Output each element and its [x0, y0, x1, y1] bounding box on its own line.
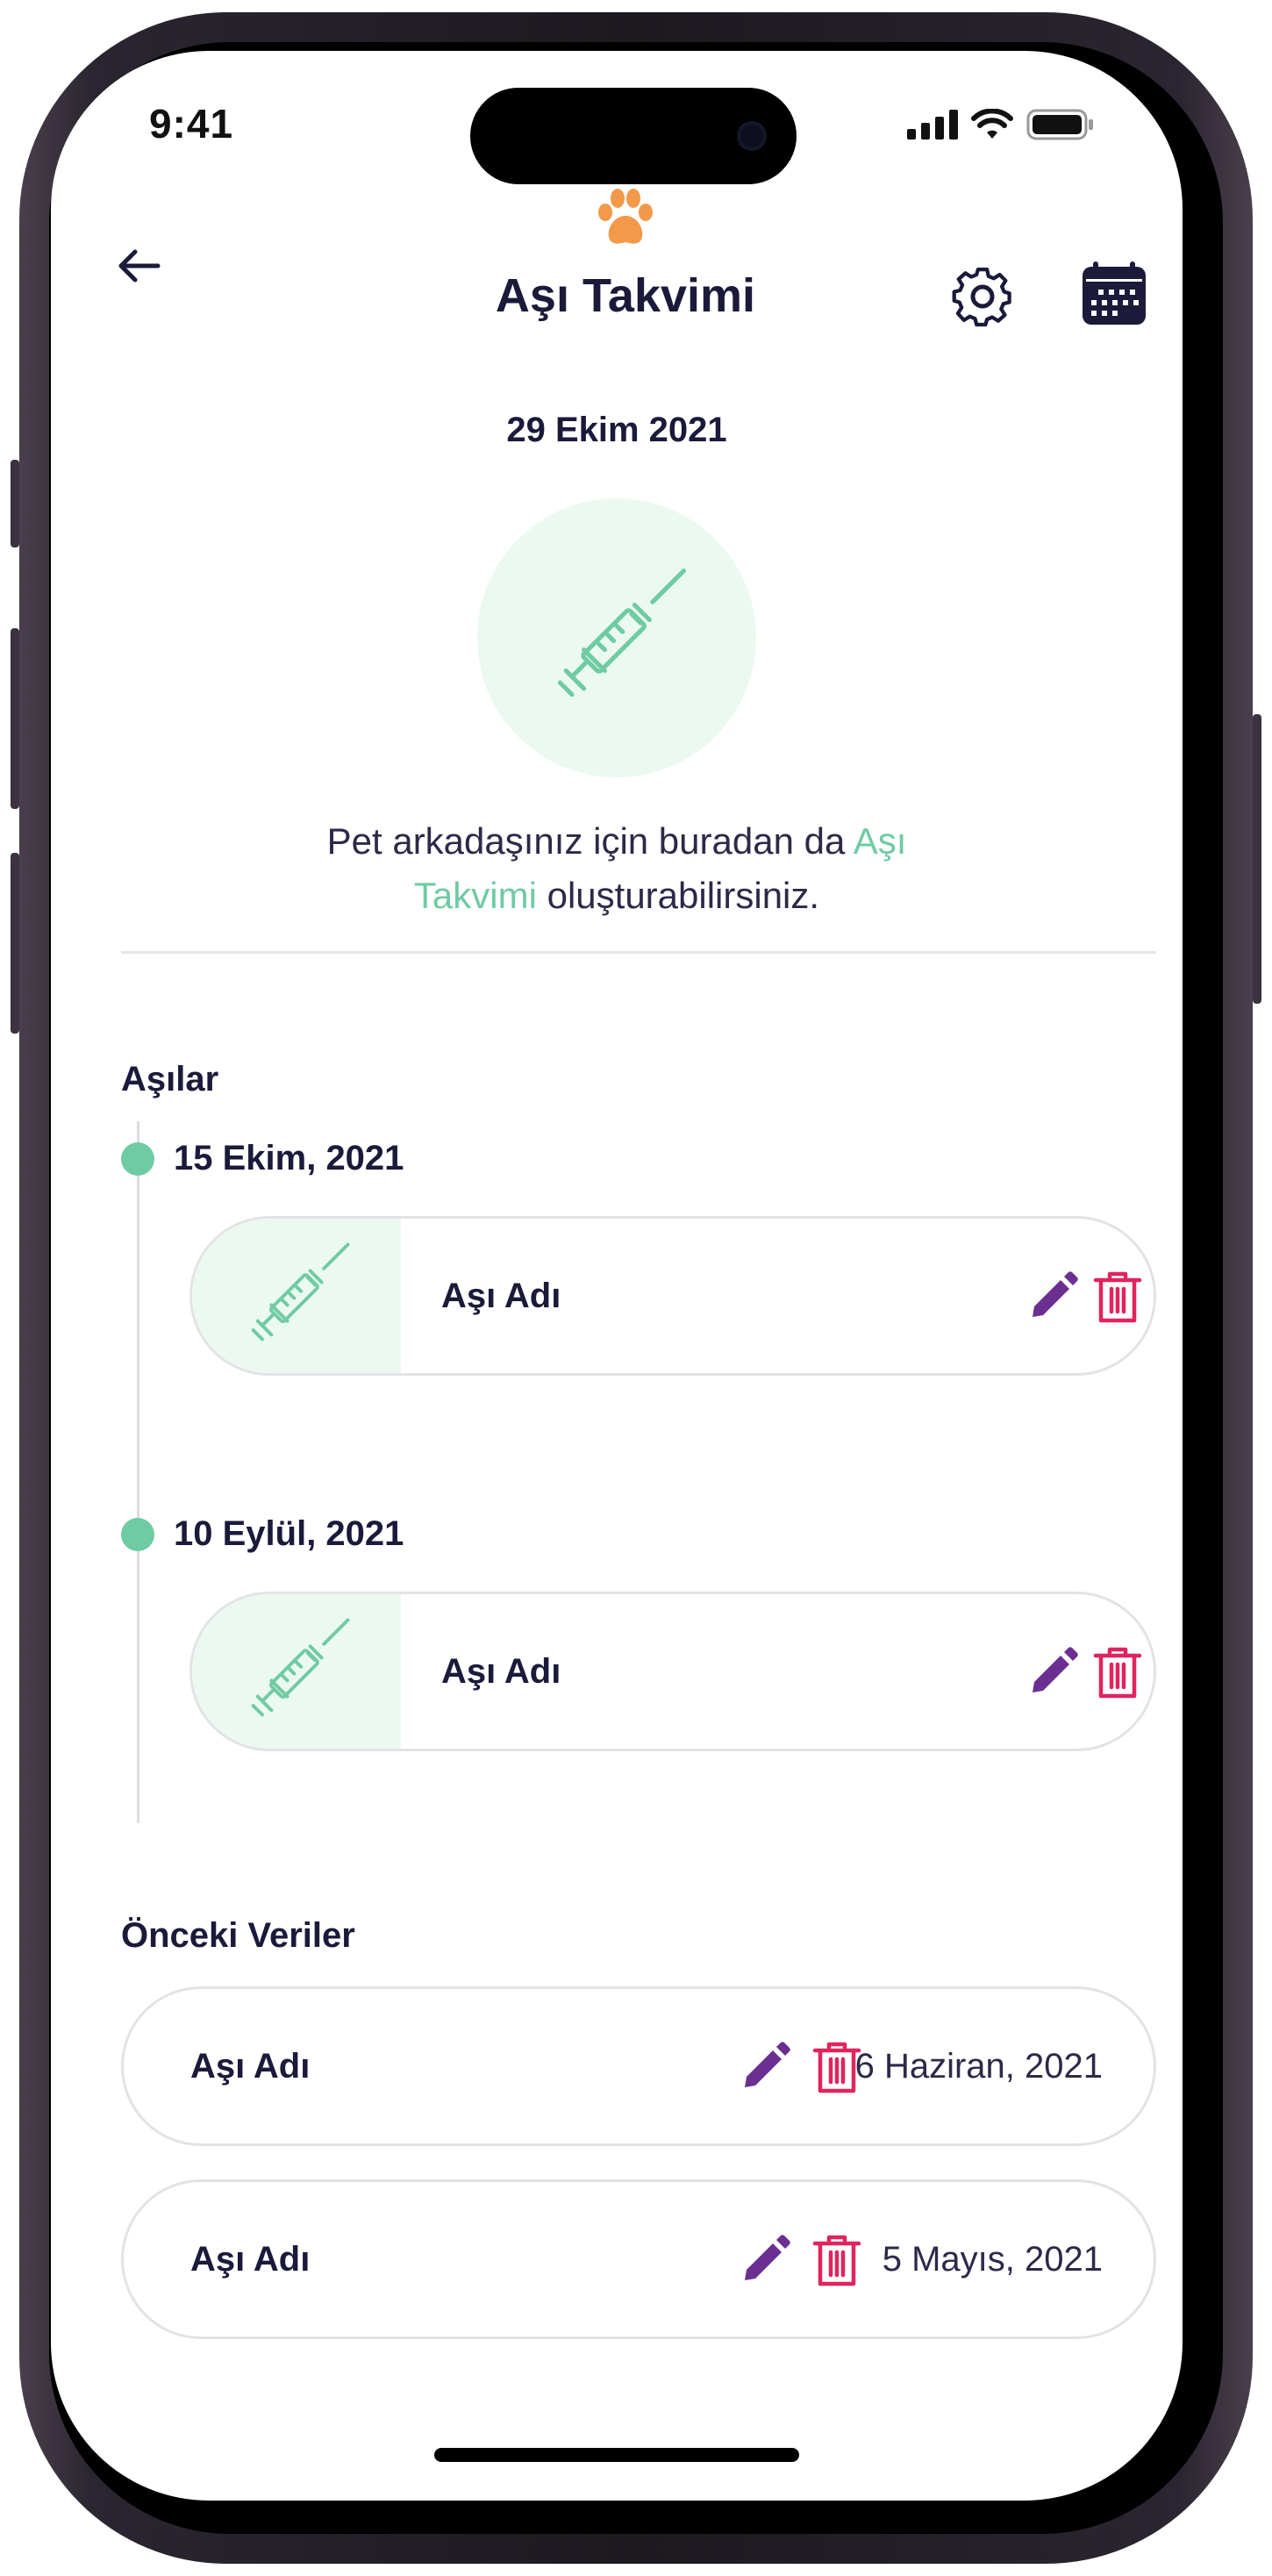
battery-icon: [1026, 109, 1093, 140]
previous-record-card[interactable]: Aşı Adı 6 Haziran, 2021: [121, 1986, 1156, 2146]
edit-button[interactable]: [1025, 1645, 1080, 1699]
syringe-icon: [251, 1618, 350, 1717]
record-date: 5 Mayıs, 2021: [882, 2239, 1103, 2279]
timeline-dot: [121, 1142, 154, 1176]
record-name: Aşı Adı: [190, 2239, 311, 2279]
vaccine-card[interactable]: Aşı Adı: [189, 1592, 1156, 1751]
timeline-date: 10 Eylül, 2021: [174, 1514, 404, 1553]
signal-icon: [907, 110, 958, 140]
previous-record-card[interactable]: Aşı Adı 5 Mayıs, 2021: [121, 2179, 1156, 2339]
delete-button[interactable]: [810, 2233, 864, 2287]
home-indicator[interactable]: [434, 2448, 799, 2462]
phone-volume-down: [11, 853, 19, 1034]
vaccine-name: Aşı Adı: [441, 1651, 561, 1691]
record-date: 6 Haziran, 2021: [854, 2046, 1103, 2086]
dynamic-island: [470, 88, 797, 184]
gear-icon: [952, 267, 1011, 327]
timeline-line: [137, 1121, 139, 1823]
phone-mute-switch: [11, 460, 19, 547]
timeline-dot: [121, 1518, 154, 1551]
vaccines-section-title: Aşılar: [121, 1060, 219, 1098]
settings-button[interactable]: [947, 260, 1018, 330]
app-screen: 9:41 Aşı Takvimi 29 Ekim 2021 Pet arkada…: [51, 51, 1183, 2501]
wifi-icon: [971, 109, 1013, 139]
vaccine-thumb: [192, 1219, 401, 1373]
calendar-button[interactable]: [1079, 260, 1149, 330]
phone-power-button: [1253, 714, 1261, 1004]
vaccine-name: Aşı Adı: [441, 1276, 561, 1315]
trash-icon: [812, 2235, 861, 2286]
current-date: 29 Ekim 2021: [506, 411, 727, 449]
syringe-icon: [557, 568, 687, 698]
paw-icon: [590, 182, 661, 254]
pencil-icon: [745, 2235, 790, 2280]
pencil-icon: [1033, 1271, 1078, 1317]
trash-icon: [1093, 1271, 1142, 1323]
hero-description: Pet arkadaşınız için buradan da Aşı Takv…: [279, 814, 954, 923]
edit-button[interactable]: [1025, 1270, 1080, 1324]
vaccine-thumb: [192, 1594, 401, 1749]
hero-text-part1: Pet arkadaşınız için buradan da: [326, 820, 854, 862]
phone-volume-up: [11, 628, 19, 809]
arrow-left-icon: [118, 249, 161, 283]
syringe-icon: [251, 1242, 350, 1342]
edit-button[interactable]: [738, 2233, 792, 2287]
hero-text-part2: oluşturabilirsiniz.: [536, 875, 820, 916]
divider: [121, 951, 1156, 954]
calendar-icon: [1083, 261, 1146, 325]
hero-syringe: [477, 498, 756, 777]
trash-icon: [1093, 1647, 1142, 1699]
timeline-date: 15 Ekim, 2021: [174, 1139, 404, 1177]
delete-button[interactable]: [1090, 1645, 1145, 1699]
status-icons: [907, 109, 1095, 140]
edit-button[interactable]: [738, 2040, 792, 2094]
record-name: Aşı Adı: [190, 2046, 311, 2086]
back-button[interactable]: [109, 235, 170, 297]
previous-section-title: Önceki Veriler: [121, 1916, 355, 1955]
pencil-icon: [1033, 1647, 1078, 1692]
pencil-icon: [745, 2042, 790, 2087]
page-title: Aşı Takvimi: [495, 269, 756, 322]
status-time: 9:41: [149, 101, 234, 147]
camera-icon: [737, 121, 767, 151]
delete-button[interactable]: [1090, 1270, 1145, 1324]
vaccine-card[interactable]: Aşı Adı: [189, 1216, 1156, 1376]
